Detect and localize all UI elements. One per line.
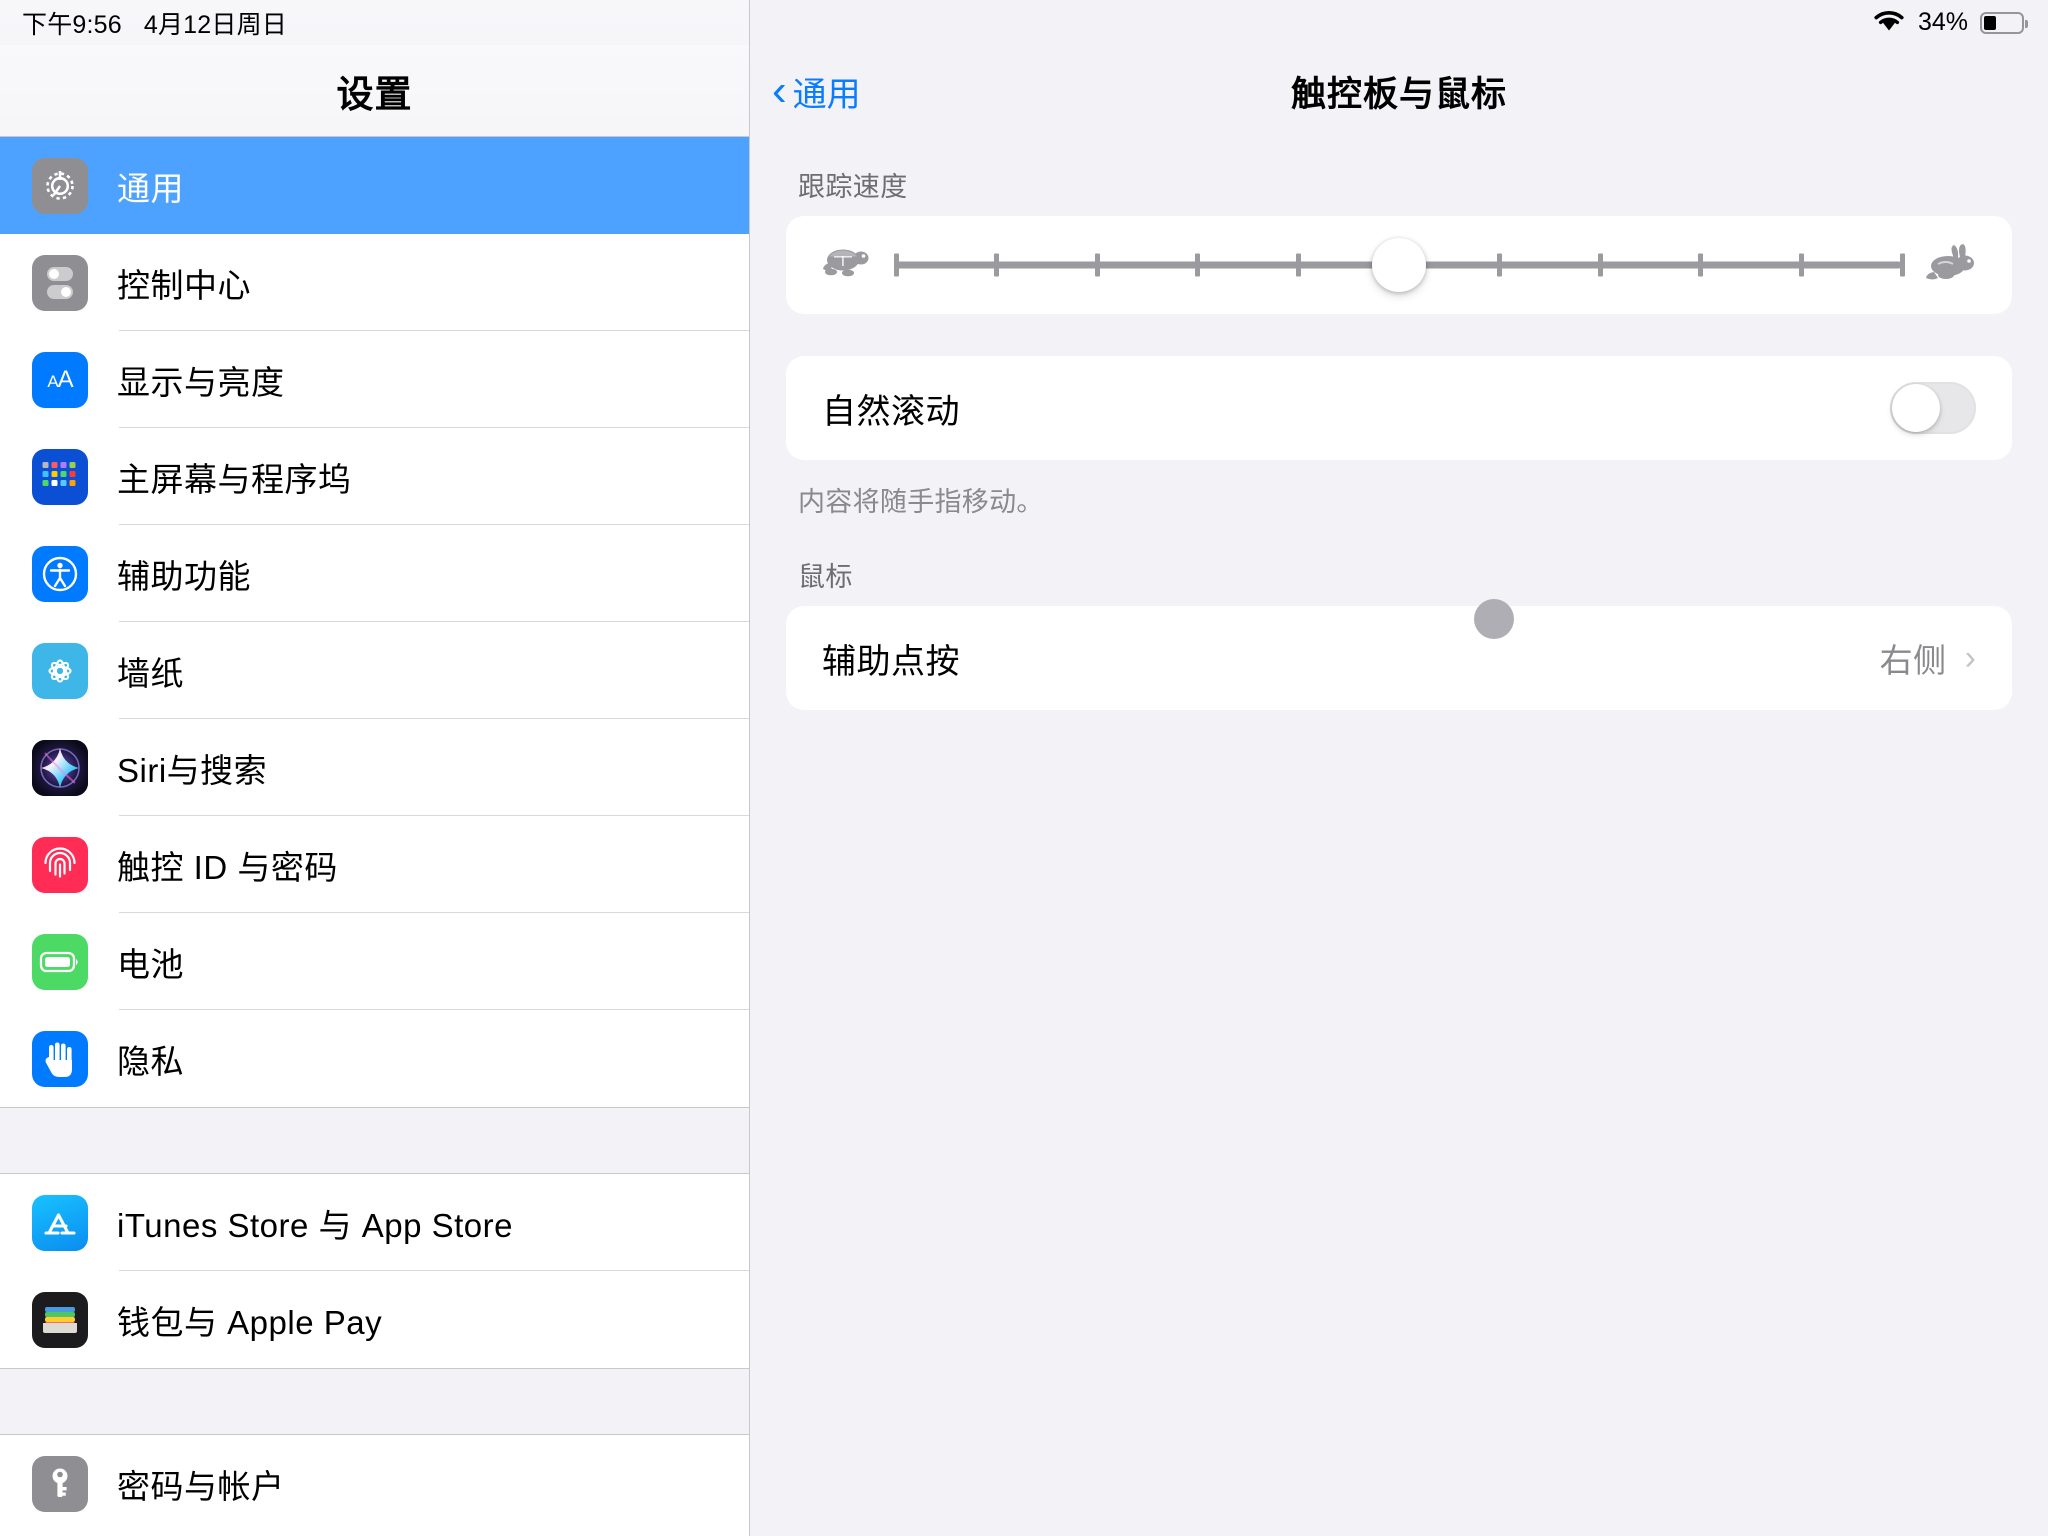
siri-icon (32, 739, 88, 796)
slider-tick (1698, 253, 1704, 277)
sidebar-item-6[interactable]: 墙纸 (0, 622, 749, 719)
natural-scroll-card: 自然滚动 (786, 356, 2012, 460)
gear-icon (32, 157, 88, 214)
chevron-right-icon: › (1964, 638, 1976, 677)
sidebar-item-2[interactable]: 控制中心 (0, 234, 749, 331)
privacy-hand-icon (32, 1030, 88, 1087)
sidebar-item-1[interactable]: iTunes Store 与 App Store (0, 1174, 749, 1271)
accessibility-icon (32, 545, 88, 602)
sidebar-group-separator (0, 1107, 749, 1174)
secondary-click-label: 辅助点按 (822, 642, 960, 681)
sidebar-item-label: 辅助功能 (117, 557, 251, 595)
slider-knob[interactable] (1372, 238, 1426, 292)
slider-tick (1195, 253, 1201, 277)
natural-scroll-toggle[interactable] (1890, 382, 1976, 434)
tracking-speed-section-label: 跟踪速度 (798, 172, 908, 202)
slider-tick (1798, 253, 1804, 277)
sidebar-item-9[interactable]: 电池 (0, 913, 749, 1010)
sidebar-item-4[interactable]: 主屏幕与程序坞 (0, 428, 749, 525)
status-time: 下午9:56 (22, 10, 122, 39)
settings-sidebar: 下午9:56 4月12日周日 设置 通用 控制中心 AA 显示与亮度 主屏幕与程序 (0, 0, 750, 1536)
sidebar-item-label: 控制中心 (117, 266, 251, 304)
slider-tick (1295, 253, 1301, 277)
natural-scroll-label: 自然滚动 (822, 392, 960, 431)
ipad-cursor (1474, 599, 1514, 639)
slider-tick (893, 253, 899, 277)
display-brightness-icon: AA (32, 351, 88, 408)
slider-tick (1597, 253, 1603, 277)
tracking-speed-slider[interactable] (893, 235, 1905, 295)
status-date: 4月12日周日 (143, 10, 287, 39)
slider-tick (994, 253, 1000, 277)
sidebar-item-1[interactable]: 密码与帐户 (0, 1435, 749, 1532)
sidebar-item-label: iTunes Store 与 App Store (117, 1206, 513, 1244)
toggle-knob (1892, 384, 1940, 432)
sidebar-item-label: 主屏幕与程序坞 (117, 460, 352, 498)
rabbit-icon (1924, 242, 1980, 289)
key-icon (32, 1455, 88, 1512)
status-bar-right: 34% (750, 0, 2048, 45)
sidebar-item-1-selected[interactable]: 通用 (0, 137, 749, 234)
sidebar-item-label: 通用 (117, 169, 184, 207)
secondary-click-row[interactable]: 辅助点按 右侧 › (786, 606, 2012, 710)
sidebar-item-3[interactable]: AA 显示与亮度 (0, 331, 749, 428)
ipad-settings-screen: 下午9:56 4月12日周日 设置 通用 控制中心 AA 显示与亮度 主屏幕与程序 (0, 0, 2048, 1536)
natural-scroll-row[interactable]: 自然滚动 (786, 356, 2012, 460)
slider-tick (1497, 253, 1503, 277)
sidebar-item-5[interactable]: 辅助功能 (0, 525, 749, 622)
sidebar-item-label: 触控 ID 与密码 (117, 848, 338, 886)
sidebar-item-label: 电池 (117, 945, 184, 983)
sidebar-item-label: Siri与搜索 (117, 751, 268, 789)
battery-icon (32, 933, 88, 990)
page-title: 设置 (336, 73, 413, 115)
sidebar-item-8[interactable]: 触控 ID 与密码 (0, 816, 749, 913)
app-store-icon (32, 1194, 88, 1251)
sidebar-list: 通用 控制中心 AA 显示与亮度 主屏幕与程序坞 辅助功能 墙纸 Siri与搜索… (0, 137, 749, 1532)
sidebar-item-label: 墙纸 (117, 654, 184, 692)
secondary-click-value: 右侧 (1879, 642, 1947, 679)
sidebar-header: 设置 (0, 45, 749, 137)
sidebar-group-separator (0, 1368, 749, 1435)
detail-pane: 34% ‹ 通用 触控板与鼠标 跟踪速度 自然滚动 内容将随手指移动。 鼠标 辅… (750, 0, 2048, 1536)
mouse-card: 辅助点按 右侧 › (786, 606, 2012, 710)
sidebar-item-2[interactable]: 钱包与 Apple Pay (0, 1271, 749, 1368)
natural-scroll-footer: 内容将随手指移动。 (798, 487, 1044, 517)
sidebar-item-label: 钱包与 Apple Pay (117, 1303, 383, 1341)
sidebar-item-10[interactable]: 隐私 (0, 1010, 749, 1107)
detail-title: 触控板与鼠标 (1290, 74, 1507, 114)
mouse-section-label: 鼠标 (798, 562, 853, 592)
battery-percent-label: 34% (1917, 8, 1968, 36)
sidebar-item-7[interactable]: Siri与搜索 (0, 719, 749, 816)
slider-tick (1094, 253, 1100, 277)
detail-navbar: ‹ 通用 触控板与鼠标 (750, 45, 2048, 137)
slider-tick (1899, 253, 1905, 277)
home-screen-dock-icon (32, 448, 88, 505)
wallpaper-icon (32, 642, 88, 699)
sidebar-item-label: 显示与亮度 (117, 363, 285, 401)
touch-id-icon (32, 836, 88, 893)
battery-icon (1980, 11, 2028, 34)
control-center-icon (32, 254, 88, 311)
wallet-icon (32, 1291, 88, 1348)
turtle-icon (818, 243, 874, 288)
status-bar-left: 下午9:56 4月12日周日 (0, 0, 749, 45)
sidebar-item-label: 密码与帐户 (117, 1467, 285, 1505)
wifi-icon (1872, 7, 1906, 38)
tracking-speed-card (786, 216, 2012, 314)
sidebar-item-label: 隐私 (117, 1042, 184, 1080)
